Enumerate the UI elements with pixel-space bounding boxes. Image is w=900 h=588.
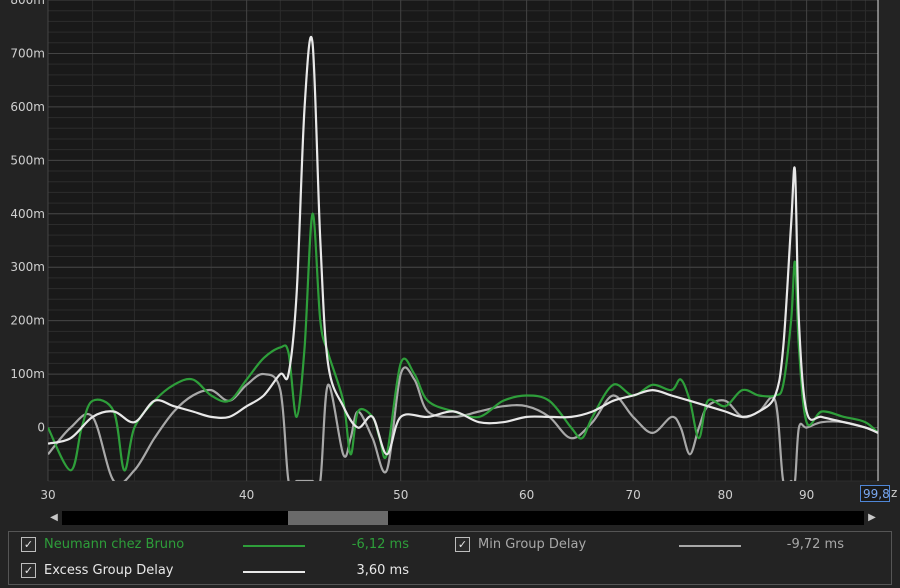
- legend-label-neumann: Neumann chez Bruno: [44, 537, 185, 552]
- horizontal-scrollbar[interactable]: ◀ ▶: [48, 509, 878, 527]
- legend-item-excess-group-delay[interactable]: ✓ Excess Group Delay: [21, 563, 174, 578]
- group-delay-chart[interactable]: 800m 700m 600m 500m 400m 300m 200m 100m 0 30 40 50…: [0, 0, 900, 510]
- plot-area: [48, 0, 878, 481]
- legend-swatch-neumann: [243, 545, 305, 547]
- checkbox-excess-group-delay[interactable]: ✓: [21, 563, 36, 578]
- y-tick-label: 600m: [10, 100, 45, 114]
- x-tick-label: 90: [799, 488, 814, 502]
- scroll-thumb[interactable]: [288, 511, 388, 525]
- y-tick-label: 500m: [10, 153, 45, 167]
- x-tick-label: 30: [40, 488, 55, 502]
- y-tick-label: 200m: [10, 314, 45, 328]
- legend-label-min-group-delay: Min Group Delay: [478, 537, 587, 552]
- legend-panel: ✓ Neumann chez Bruno -6,12 ms ✓ Min Grou…: [8, 531, 892, 585]
- legend-value-excess-group-delay: 3,60 ms: [356, 563, 409, 578]
- y-tick-label: 700m: [10, 46, 45, 60]
- cursor-unit-suffix: z: [891, 486, 898, 500]
- y-tick-label: 400m: [10, 207, 45, 221]
- legend-item-min-group-delay[interactable]: ✓ Min Group Delay: [455, 537, 586, 552]
- x-tick-label: 70: [625, 488, 640, 502]
- checkbox-min-group-delay[interactable]: ✓: [455, 537, 470, 552]
- y-tick-label: 0: [37, 421, 45, 435]
- y-axis-ticks: 800m 700m 600m 500m 400m 300m 200m 100m 0: [10, 0, 45, 435]
- legend-label-excess-group-delay: Excess Group Delay: [44, 563, 174, 578]
- y-tick-label: 300m: [10, 260, 45, 274]
- checkbox-neumann[interactable]: ✓: [21, 537, 36, 552]
- cursor-frequency-readout[interactable]: 99,8: [860, 485, 890, 502]
- scroll-track[interactable]: [62, 511, 864, 525]
- legend-value-neumann: -6,12 ms: [351, 537, 409, 552]
- scroll-right-arrow-icon[interactable]: ▶: [866, 511, 878, 525]
- legend-swatch-min-group-delay: [679, 545, 741, 547]
- x-tick-label: 80: [718, 488, 733, 502]
- scroll-left-arrow-icon[interactable]: ◀: [48, 511, 60, 525]
- x-axis-ticks: 30 40 50 60 70 80 90: [40, 488, 814, 502]
- y-tick-label: 100m: [10, 367, 45, 381]
- x-tick-label: 40: [239, 488, 254, 502]
- x-tick-label: 60: [519, 488, 534, 502]
- legend-swatch-excess-group-delay: [243, 571, 305, 573]
- legend-value-min-group-delay: -9,72 ms: [786, 537, 844, 552]
- y-tick-label: 800m: [10, 0, 45, 7]
- x-tick-label: 50: [393, 488, 408, 502]
- legend-item-neumann[interactable]: ✓ Neumann chez Bruno: [21, 537, 184, 552]
